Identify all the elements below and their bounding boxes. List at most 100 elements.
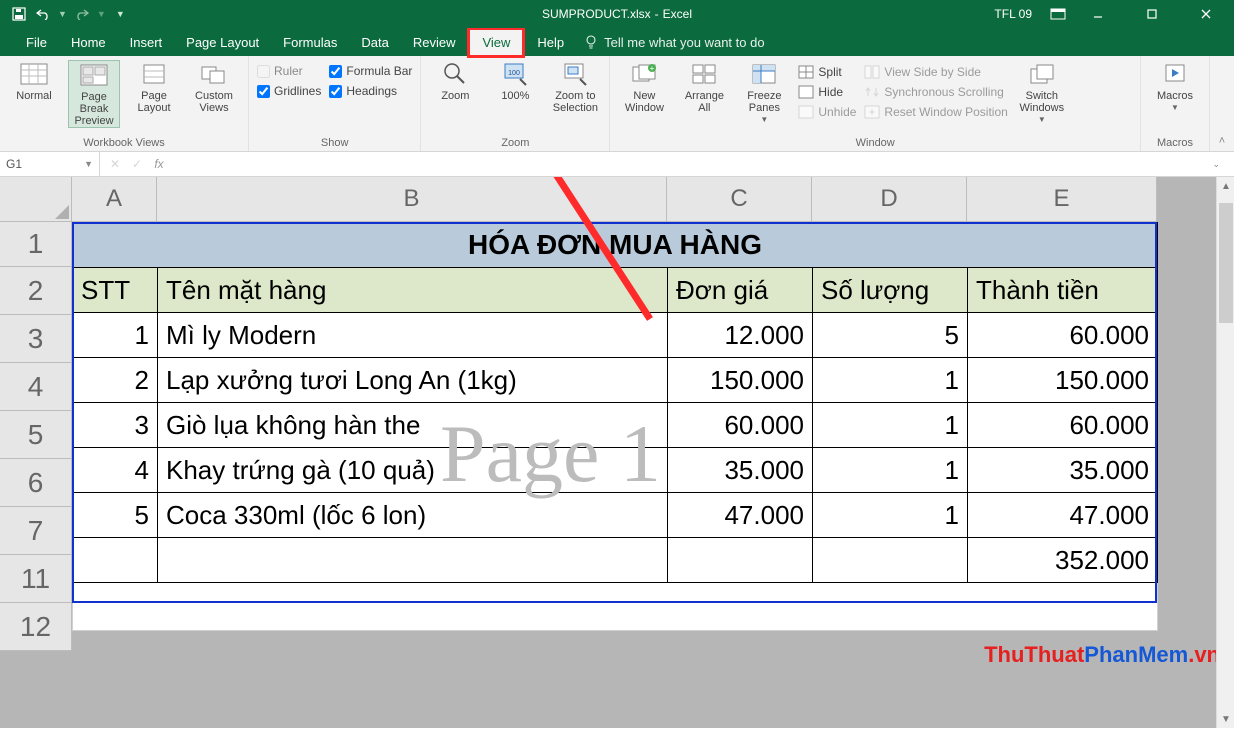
tab-view[interactable]: View	[467, 27, 525, 58]
col-header-c[interactable]: C	[667, 177, 812, 222]
cell[interactable]: 60.000	[968, 313, 1158, 358]
cell[interactable]: 3	[73, 403, 158, 448]
row-header-7[interactable]: 7	[0, 507, 72, 555]
cell[interactable]: 47.000	[968, 493, 1158, 538]
cell-header-stt[interactable]: STT	[73, 268, 158, 313]
normal-view-button[interactable]: Normal	[8, 60, 60, 102]
cell[interactable]: 1	[813, 403, 968, 448]
collapse-ribbon-icon[interactable]: ˄	[1210, 56, 1234, 151]
redo-dropdown-icon[interactable]: ▼	[97, 9, 106, 19]
custom-views-button[interactable]: Custom Views	[188, 60, 240, 114]
redo-icon[interactable]	[73, 5, 91, 23]
new-window-button[interactable]: +New Window	[618, 60, 670, 114]
undo-icon[interactable]	[34, 5, 52, 23]
table-row[interactable]: 1Mì ly Modern12.000560.000	[73, 313, 1158, 358]
ribbon-display-icon[interactable]	[1050, 8, 1066, 20]
table-row[interactable]: 5Coca 330ml (lốc 6 lon)47.000147.000	[73, 493, 1158, 538]
tab-help[interactable]: Help	[525, 30, 576, 55]
cell-header-tt[interactable]: Thành tiền	[968, 268, 1158, 313]
zoom-100-button[interactable]: 100100%	[489, 60, 541, 102]
close-button[interactable]	[1184, 0, 1228, 28]
row-header-1[interactable]: 1	[0, 222, 72, 267]
ruler-checkbox[interactable]: Ruler	[257, 64, 321, 78]
tab-insert[interactable]: Insert	[118, 30, 175, 55]
cell[interactable]: Coca 330ml (lốc 6 lon)	[158, 493, 668, 538]
maximize-button[interactable]	[1130, 0, 1174, 28]
row-header-5[interactable]: 5	[0, 411, 72, 459]
cell[interactable]: 150.000	[668, 358, 813, 403]
cell[interactable]: 1	[813, 448, 968, 493]
table-row[interactable]: 3Giò lụa không hàn the60.000160.000	[73, 403, 1158, 448]
tab-data[interactable]: Data	[349, 30, 400, 55]
tell-me[interactable]: Tell me what you want to do	[584, 35, 764, 50]
cell[interactable]	[73, 538, 158, 583]
cell[interactable]: 150.000	[968, 358, 1158, 403]
tab-page-layout[interactable]: Page Layout	[174, 30, 271, 55]
cell[interactable]: Khay trứng gà (10 quả)	[158, 448, 668, 493]
cell[interactable]: 2	[73, 358, 158, 403]
zoom-button[interactable]: Zoom	[429, 60, 481, 102]
cell[interactable]	[73, 583, 1158, 631]
freeze-panes-button[interactable]: Freeze Panes▼	[738, 60, 790, 125]
cell-header-ten[interactable]: Tên mặt hàng	[158, 268, 668, 313]
cells[interactable]: HÓA ĐƠN MUA HÀNG STT Tên mặt hàng Đơn gi…	[72, 222, 1158, 631]
cell-total[interactable]: 352.000	[968, 538, 1158, 583]
hide-button[interactable]: Hide	[798, 84, 856, 101]
page-layout-button[interactable]: Page Layout	[128, 60, 180, 114]
tab-review[interactable]: Review	[401, 30, 468, 55]
page-break-preview-button[interactable]: Page Break Preview	[68, 60, 120, 128]
cell-title[interactable]: HÓA ĐƠN MUA HÀNG	[73, 223, 1158, 268]
table-row[interactable]: 2Lạp xưởng tươi Long An (1kg)150.0001150…	[73, 358, 1158, 403]
table-row[interactable]: 4Khay trứng gà (10 quả)35.000135.000	[73, 448, 1158, 493]
cell[interactable]	[813, 538, 968, 583]
col-header-b[interactable]: B	[157, 177, 667, 222]
save-icon[interactable]	[10, 5, 28, 23]
cell[interactable]: 5	[73, 493, 158, 538]
split-button[interactable]: Split	[798, 64, 856, 81]
cell[interactable]: Giò lụa không hàn the	[158, 403, 668, 448]
table-row[interactable]: 352.000	[73, 538, 1158, 583]
cell-header-gia[interactable]: Đơn giá	[668, 268, 813, 313]
vertical-scrollbar[interactable]: ▲ ▼	[1216, 177, 1234, 728]
cell[interactable]: 1	[73, 313, 158, 358]
switch-windows-button[interactable]: Switch Windows▼	[1016, 60, 1068, 125]
cell[interactable]: 1	[813, 358, 968, 403]
cell[interactable]: 60.000	[968, 403, 1158, 448]
select-all-corner[interactable]	[0, 177, 72, 222]
row-header-3[interactable]: 3	[0, 315, 72, 363]
expand-formula-bar-icon[interactable]: ⌄	[1212, 159, 1220, 170]
headings-checkbox[interactable]: Headings	[329, 84, 412, 98]
row-header-4[interactable]: 4	[0, 363, 72, 411]
undo-dropdown-icon[interactable]: ▼	[58, 9, 67, 19]
cell[interactable]	[668, 538, 813, 583]
tab-home[interactable]: Home	[59, 30, 118, 55]
row-header-6[interactable]: 6	[0, 459, 72, 507]
table-row[interactable]: HÓA ĐƠN MUA HÀNG	[73, 223, 1158, 268]
cell[interactable]: 5	[813, 313, 968, 358]
name-box[interactable]: G1▼	[0, 152, 100, 176]
cell[interactable]: 35.000	[968, 448, 1158, 493]
macros-button[interactable]: Macros▼	[1149, 60, 1201, 113]
scroll-thumb[interactable]	[1219, 203, 1233, 323]
cell[interactable]: 60.000	[668, 403, 813, 448]
tab-file[interactable]: File	[14, 30, 59, 55]
table-row[interactable]	[73, 583, 1158, 631]
cell[interactable]: 4	[73, 448, 158, 493]
col-header-a[interactable]: A	[72, 177, 157, 222]
cell[interactable]: 47.000	[668, 493, 813, 538]
scroll-up-icon[interactable]: ▲	[1217, 177, 1234, 195]
row-header-11[interactable]: 11	[0, 555, 72, 603]
gridlines-checkbox[interactable]: Gridlines	[257, 84, 321, 98]
cell[interactable]: 35.000	[668, 448, 813, 493]
formula-bar-checkbox[interactable]: Formula Bar	[329, 64, 412, 78]
fx-icon[interactable]: fx	[152, 157, 166, 171]
cell[interactable]: 1	[813, 493, 968, 538]
scroll-down-icon[interactable]: ▼	[1217, 710, 1234, 728]
tab-formulas[interactable]: Formulas	[271, 30, 349, 55]
col-header-d[interactable]: D	[812, 177, 967, 222]
arrange-all-button[interactable]: Arrange All	[678, 60, 730, 114]
minimize-button[interactable]	[1076, 0, 1120, 28]
cell[interactable]: Lạp xưởng tươi Long An (1kg)	[158, 358, 668, 403]
row-header-2[interactable]: 2	[0, 267, 72, 315]
qat-customize-icon[interactable]: ▼	[116, 9, 125, 19]
